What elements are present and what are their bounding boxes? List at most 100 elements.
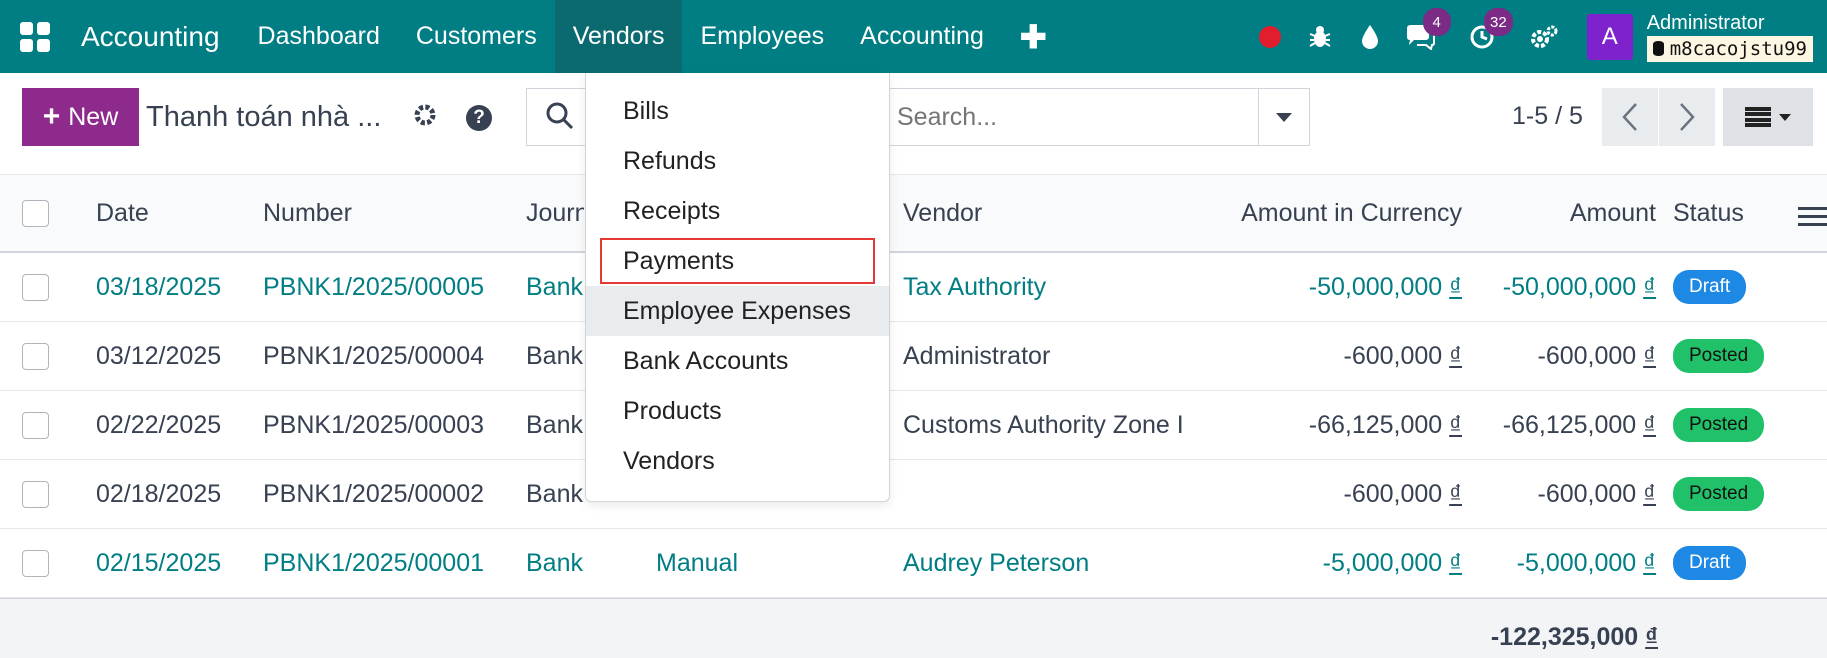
- dropdown-item-bank-accounts[interactable]: Bank Accounts: [586, 336, 889, 386]
- total-amount: -122,325,000 ₫: [1491, 599, 1658, 658]
- add-menu-icon[interactable]: ✚: [1002, 0, 1065, 73]
- select-all-checkbox[interactable]: [22, 199, 49, 227]
- database-name: m8cacojstu99: [1646, 35, 1813, 62]
- cell-vendor[interactable]: Customs Authority Zone I: [903, 391, 1198, 459]
- cell-amount-currency[interactable]: -600,000 ₫: [1200, 322, 1463, 390]
- table-row[interactable]: 02/22/2025 PBNK1/2025/00003 Bank Customs Au…: [0, 391, 1827, 460]
- cell-amount-currency[interactable]: -600,000 ₫: [1200, 460, 1463, 528]
- row-checkbox-cell[interactable]: [22, 391, 50, 459]
- cell-journal[interactable]: Bank: [526, 322, 584, 390]
- app-grid-icon[interactable]: [17, 19, 53, 55]
- header-amount[interactable]: Amount: [1480, 175, 1656, 251]
- row-checkbox-cell[interactable]: [22, 529, 50, 597]
- cell-amount-currency[interactable]: -66,125,000 ₫: [1200, 391, 1462, 459]
- cell-status[interactable]: Draft: [1673, 253, 1793, 321]
- header-status[interactable]: Status: [1673, 175, 1783, 251]
- pager-value[interactable]: 1-5 / 5: [1512, 102, 1583, 131]
- search-icon[interactable]: [545, 101, 575, 131]
- app-brand[interactable]: Accounting: [81, 21, 220, 53]
- header-number[interactable]: Number: [263, 175, 503, 251]
- row-checkbox[interactable]: [22, 549, 49, 577]
- menu-dashboard[interactable]: Dashboard: [240, 0, 398, 73]
- dropdown-item-receipts[interactable]: Receipts: [586, 186, 889, 236]
- cell-amount[interactable]: -5,000,000 ₫: [1480, 529, 1656, 597]
- user-avatar[interactable]: A: [1586, 13, 1633, 60]
- cell-journal[interactable]: Bank: [526, 391, 584, 459]
- optional-columns-icon[interactable]: [1798, 203, 1827, 229]
- cell-status[interactable]: Posted: [1673, 322, 1793, 390]
- user-menu[interactable]: Administrator m8cacojstu99: [1646, 12, 1813, 62]
- cell-amount[interactable]: -50,000,000 ₫: [1480, 253, 1656, 321]
- dropdown-item-employee-expenses[interactable]: Employee Expenses: [586, 286, 889, 336]
- drop-icon[interactable]: [1345, 0, 1395, 73]
- table-row[interactable]: 02/18/2025 PBNK1/2025/00002 Bank -600,000 ₫…: [0, 460, 1827, 529]
- settings-gears-icon[interactable]: [1519, 0, 1569, 73]
- systray: 4 32 A Administrator m8cacojstu99: [1245, 0, 1827, 73]
- table-row[interactable]: 02/15/2025 PBNK1/2025/00001 Bank Manual Audr…: [0, 529, 1827, 598]
- search-options-toggle[interactable]: [1258, 89, 1309, 145]
- cell-amount[interactable]: -600,000 ₫: [1480, 460, 1657, 528]
- cell-vendor[interactable]: Administrator: [903, 322, 1198, 390]
- cell-number[interactable]: PBNK1/2025/00001: [263, 529, 503, 597]
- cell-vendor[interactable]: Audrey Peterson: [903, 529, 1198, 597]
- header-amount-currency[interactable]: Amount in Currency: [1200, 175, 1462, 251]
- cell-number[interactable]: PBNK1/2025/00005: [263, 253, 503, 321]
- cell-date[interactable]: 03/18/2025: [96, 253, 246, 321]
- table-row[interactable]: 03/18/2025 PBNK1/2025/00005 Bank Tax Author…: [0, 253, 1827, 322]
- dropdown-item-refunds[interactable]: Refunds: [586, 136, 889, 186]
- dropdown-item-bills[interactable]: Bills: [586, 86, 889, 136]
- status-badge: Posted: [1673, 408, 1765, 442]
- cell-status[interactable]: Posted: [1673, 391, 1793, 459]
- row-checkbox[interactable]: [22, 273, 49, 301]
- cell-date[interactable]: 02/15/2025: [96, 529, 246, 597]
- cell-number[interactable]: PBNK1/2025/00002: [263, 460, 503, 528]
- dropdown-item-products[interactable]: Products: [586, 386, 889, 436]
- gear-icon[interactable]: [413, 103, 437, 134]
- cell-number[interactable]: PBNK1/2025/00003: [263, 391, 503, 459]
- chat-icon[interactable]: 4: [1395, 0, 1451, 73]
- activity-clock-icon[interactable]: 32: [1457, 0, 1513, 73]
- cell-date[interactable]: 02/18/2025: [96, 460, 246, 528]
- cell-journal[interactable]: Bank: [526, 253, 584, 321]
- header-vendor[interactable]: Vendor: [903, 175, 1103, 251]
- header-date[interactable]: Date: [96, 175, 246, 251]
- cell-status[interactable]: Posted: [1673, 460, 1793, 528]
- pager-previous-button[interactable]: [1602, 88, 1658, 146]
- recording-dot-icon[interactable]: [1245, 0, 1295, 73]
- pager-next-button[interactable]: [1659, 88, 1715, 146]
- help-icon[interactable]: ?: [466, 105, 492, 131]
- cell-number[interactable]: PBNK1/2025/00004: [263, 322, 503, 390]
- cell-amount[interactable]: -600,000 ₫: [1480, 322, 1657, 390]
- dropdown-item-payments[interactable]: Payments: [598, 236, 877, 286]
- cell-status[interactable]: Draft: [1673, 529, 1793, 597]
- row-checkbox-cell[interactable]: [22, 253, 50, 321]
- row-checkbox-cell[interactable]: [22, 322, 50, 390]
- menu-accounting[interactable]: Accounting: [842, 0, 1002, 73]
- dropdown-item-vendors[interactable]: Vendors: [586, 436, 889, 486]
- table-row[interactable]: 03/12/2025 PBNK1/2025/00004 Bank Administra…: [0, 322, 1827, 391]
- new-button[interactable]: + New: [22, 88, 139, 146]
- row-checkbox[interactable]: [22, 480, 49, 508]
- debug-bug-icon[interactable]: [1295, 0, 1345, 73]
- row-checkbox[interactable]: [22, 411, 49, 439]
- cell-date[interactable]: 03/12/2025: [96, 322, 246, 390]
- cell-amount[interactable]: -66,125,000 ₫: [1480, 391, 1656, 459]
- cell-date[interactable]: 02/22/2025: [96, 391, 246, 459]
- database-icon: [1652, 41, 1664, 56]
- search-input[interactable]: [897, 102, 1257, 132]
- cell-journal[interactable]: Bank: [526, 460, 584, 528]
- row-checkbox-cell[interactable]: [22, 460, 50, 528]
- list-view-switcher[interactable]: [1723, 88, 1813, 146]
- menu-customers[interactable]: Customers: [398, 0, 555, 73]
- cell-payment-method[interactable]: Manual: [656, 529, 856, 597]
- select-all-checkbox-cell[interactable]: [22, 175, 50, 251]
- menu-employees[interactable]: Employees: [682, 0, 842, 73]
- cell-journal[interactable]: Bank: [526, 529, 584, 597]
- row-checkbox[interactable]: [22, 342, 49, 370]
- menu-vendors[interactable]: Vendors: [554, 0, 683, 73]
- cell-amount-currency[interactable]: -5,000,000 ₫: [1200, 529, 1462, 597]
- cell-amount-currency[interactable]: -50,000,000 ₫: [1200, 253, 1462, 321]
- cell-vendor[interactable]: [903, 460, 1198, 528]
- cell-vendor[interactable]: Tax Authority: [903, 253, 1198, 321]
- header-journal[interactable]: Journal: [526, 175, 584, 251]
